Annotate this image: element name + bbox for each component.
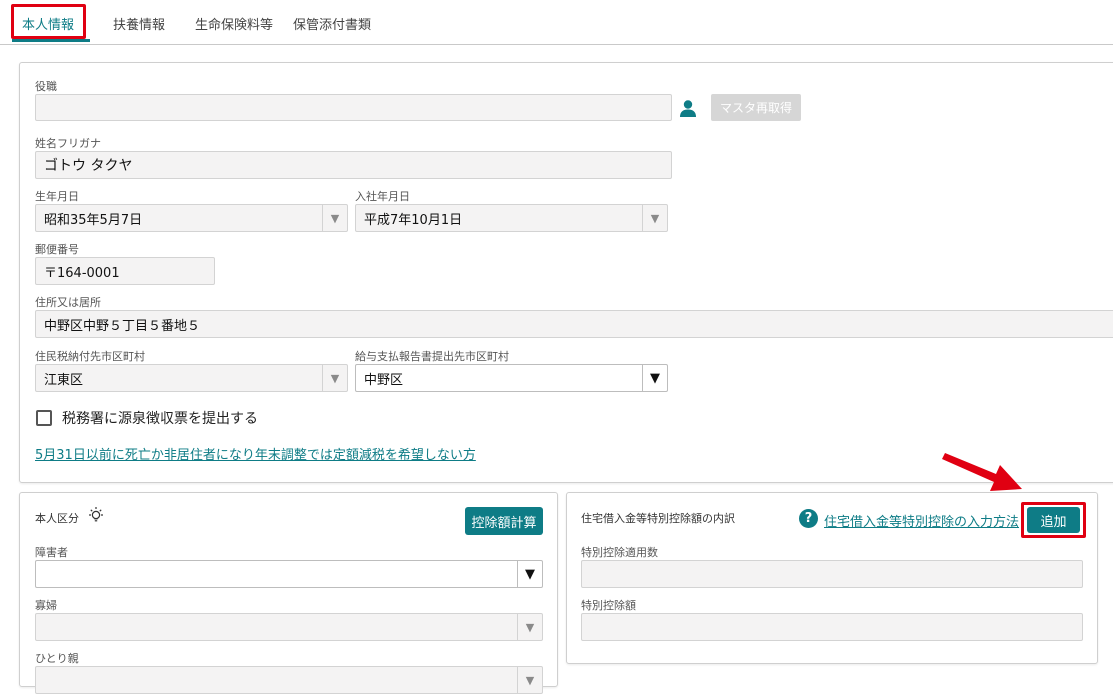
chevron-down-icon: ▼ — [642, 205, 667, 231]
tab-life-insurance[interactable]: 生命保険料等 — [195, 14, 273, 33]
tab-personal-info[interactable]: 本人情報 — [22, 14, 74, 33]
active-tab-indicator — [12, 39, 90, 42]
widow-label: 寡婦 — [35, 599, 57, 612]
resident-tax-city-select[interactable]: 江東区 ▼ — [35, 364, 348, 392]
payment-report-city-value: 中野区 — [364, 372, 404, 388]
annotation-arrow — [942, 453, 1022, 491]
disability-label: 障害者 — [35, 546, 68, 559]
birth-date-select[interactable]: 昭和35年5月7日 ▼ — [35, 204, 348, 232]
chevron-down-icon: ▼ — [322, 205, 347, 231]
payment-report-city-label: 給与支払報告書提出先市区町村 — [355, 350, 509, 363]
chevron-down-icon: ▼ — [322, 365, 347, 391]
calculate-deduction-button[interactable]: 控除額計算 — [465, 507, 543, 535]
chevron-down-icon: ▼ — [517, 667, 542, 693]
chevron-down-icon: ▼ — [642, 365, 667, 391]
special-deduction-amount-label: 特別控除額 — [581, 599, 636, 612]
refetch-master-button[interactable]: マスタ再取得 — [711, 94, 801, 121]
widow-select[interactable]: ▼ — [35, 613, 543, 641]
special-deduction-count-field[interactable] — [581, 560, 1083, 588]
address-field[interactable]: 中野区中野５丁目５番地５ — [35, 310, 1113, 338]
housing-loan-title: 住宅借入金等特別控除額の内訳 — [581, 512, 735, 525]
hire-date-select[interactable]: 平成7年10月1日 ▼ — [355, 204, 668, 232]
tab-dependents[interactable]: 扶養情報 — [113, 14, 165, 33]
deduction-category-title: 本人区分 — [35, 512, 79, 525]
special-deduction-count-label: 特別控除適用数 — [581, 546, 658, 559]
resident-tax-city-value: 江東区 — [44, 372, 84, 388]
address-label: 住所又は居所 — [35, 296, 101, 309]
hire-date-value: 平成7年10月1日 — [364, 212, 463, 228]
chevron-down-icon: ▼ — [517, 561, 542, 587]
position-field[interactable] — [35, 94, 672, 121]
single-parent-label: ひとり親 — [35, 652, 79, 665]
housing-loan-help-link[interactable]: 住宅借入金等特別控除の入力方法 — [824, 511, 1019, 530]
single-parent-select[interactable]: ▼ — [35, 666, 543, 694]
submit-withholding-checkbox[interactable] — [36, 410, 52, 426]
kana-field[interactable]: ゴトウ タクヤ — [35, 151, 672, 179]
postal-code-field[interactable]: 〒164-0001 — [35, 257, 215, 285]
special-deduction-amount-field[interactable] — [581, 613, 1083, 641]
birth-date-label: 生年月日 — [35, 190, 79, 203]
hire-date-label: 入社年月日 — [355, 190, 410, 203]
help-icon[interactable]: ? — [799, 509, 818, 528]
kana-label: 姓名フリガナ — [35, 137, 101, 150]
birth-date-value: 昭和35年5月7日 — [44, 212, 143, 228]
non-resident-link[interactable]: 5月31日以前に死亡か非居住者になり年末調整では定額減税を希望しない方 — [35, 444, 476, 463]
payment-report-city-select[interactable]: 中野区 ▼ — [355, 364, 668, 392]
disability-select[interactable]: ▼ — [35, 560, 543, 588]
submit-withholding-label: 税務署に源泉徴収票を提出する — [62, 411, 258, 427]
resident-tax-city-label: 住民税納付先市区町村 — [35, 350, 145, 363]
add-button[interactable]: 追加 — [1027, 507, 1080, 533]
person-icon[interactable] — [678, 98, 698, 118]
chevron-down-icon: ▼ — [517, 614, 542, 640]
position-label: 役職 — [35, 80, 57, 93]
tab-bar: 本人情報 扶養情報 生命保険料等 保管添付書類 — [0, 0, 1113, 45]
lightbulb-icon[interactable] — [87, 506, 105, 524]
tab-attachments[interactable]: 保管添付書類 — [293, 14, 371, 33]
postal-code-label: 郵便番号 — [35, 243, 79, 256]
